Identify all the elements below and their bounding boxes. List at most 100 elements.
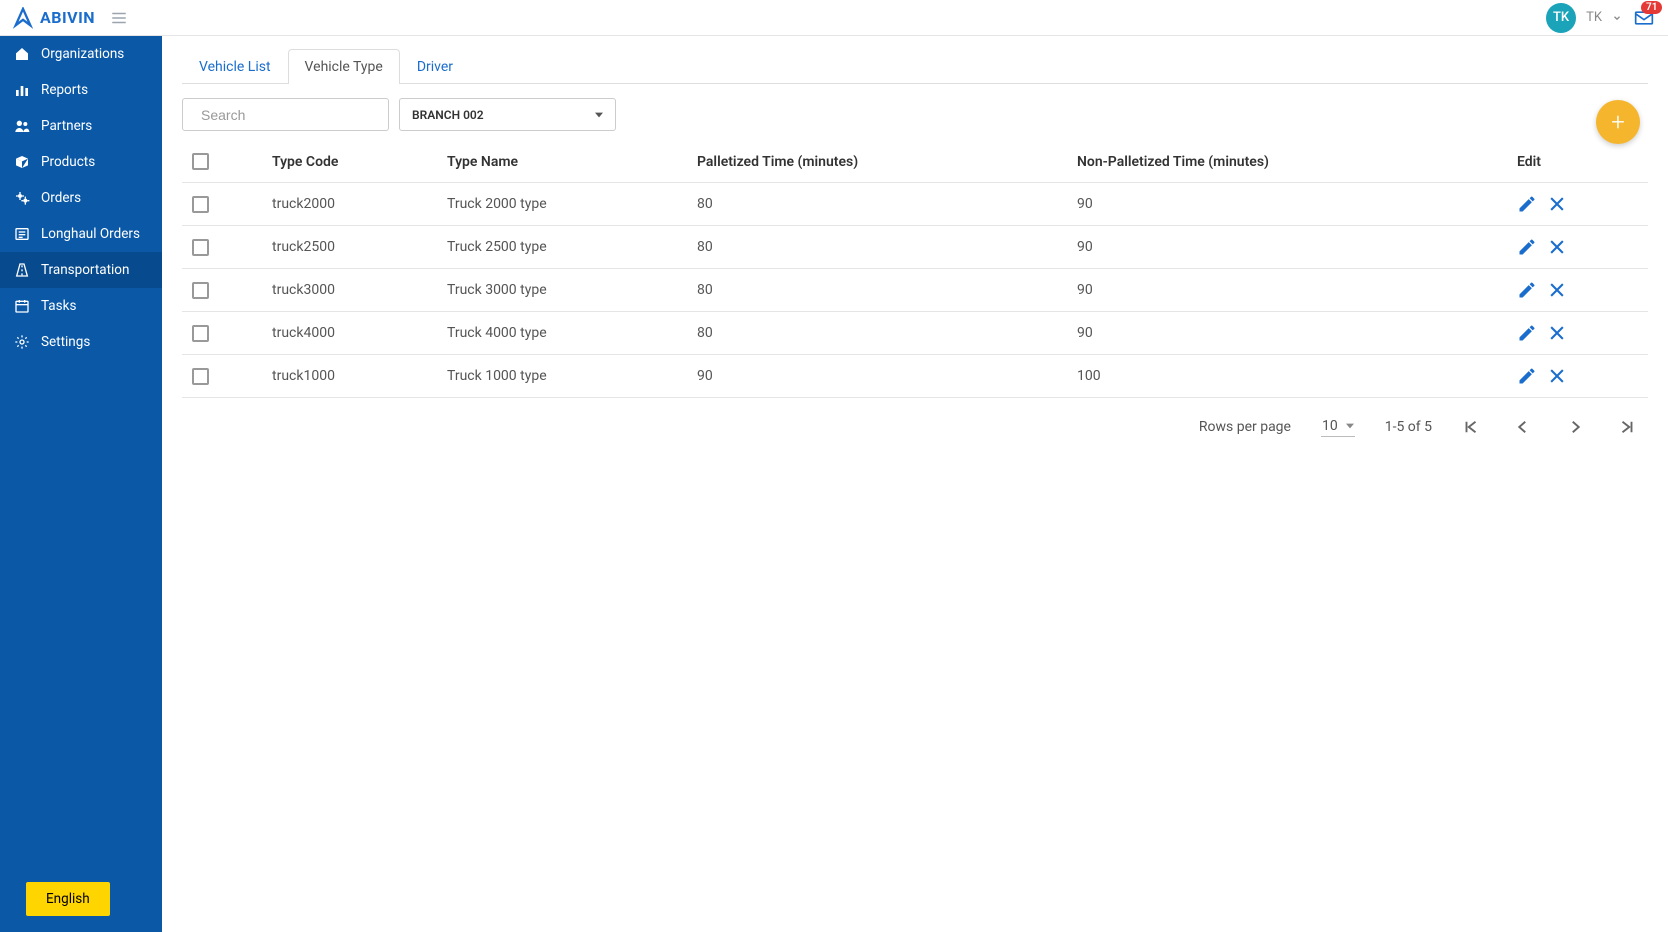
menu-toggle-icon[interactable] xyxy=(109,9,129,27)
logo-text: ABIVIN xyxy=(40,8,95,27)
sidebar-item-partners[interactable]: Partners xyxy=(0,108,162,144)
cell-code: truck3000 xyxy=(272,282,447,298)
delete-icon[interactable] xyxy=(1547,280,1567,300)
sidebar-item-products[interactable]: Products xyxy=(0,144,162,180)
logo-icon xyxy=(12,7,34,29)
edit-icon[interactable] xyxy=(1517,280,1537,300)
table-row: truck2000Truck 2000 type8090 xyxy=(182,183,1648,226)
tab-vehicle-type[interactable]: Vehicle Type xyxy=(288,49,400,84)
cell-pall: 80 xyxy=(697,196,1077,212)
cell-name: Truck 1000 type xyxy=(447,368,697,384)
table-row: truck4000Truck 4000 type8090 xyxy=(182,312,1648,355)
pagination: Rows per page 10 1-5 of 5 xyxy=(182,398,1648,437)
tabs: Vehicle ListVehicle TypeDriver xyxy=(182,48,1648,84)
avatar: TK xyxy=(1546,3,1576,33)
cogs-icon xyxy=(14,190,30,206)
select-all-checkbox[interactable] xyxy=(192,153,209,170)
rows-per-page-value: 10 xyxy=(1322,418,1338,434)
header-type-name: Type Name xyxy=(447,154,697,170)
list-icon xyxy=(14,226,30,242)
cell-pall: 80 xyxy=(697,325,1077,341)
branch-value: BRANCH 002 xyxy=(412,108,484,122)
gear-icon xyxy=(14,334,30,350)
cell-name: Truck 2500 type xyxy=(447,239,697,255)
cell-pall: 90 xyxy=(697,368,1077,384)
delete-icon[interactable] xyxy=(1547,366,1567,386)
vehicle-type-table: Type Code Type Name Palletized Time (min… xyxy=(182,141,1648,398)
edit-icon[interactable] xyxy=(1517,194,1537,214)
header: ABIVIN TK TK 71 xyxy=(0,0,1668,36)
caret-down-icon xyxy=(595,111,603,119)
row-checkbox[interactable] xyxy=(192,239,209,256)
sidebar-item-label: Partners xyxy=(41,118,92,134)
sidebar-item-label: Organizations xyxy=(41,46,124,62)
chart-icon xyxy=(14,82,30,98)
last-page-button[interactable] xyxy=(1618,418,1636,436)
cell-pall: 80 xyxy=(697,239,1077,255)
edit-icon[interactable] xyxy=(1517,237,1537,257)
row-checkbox[interactable] xyxy=(192,368,209,385)
main-content: Vehicle ListVehicle TypeDriver + BRANCH … xyxy=(162,36,1668,932)
cell-code: truck1000 xyxy=(272,368,447,384)
cell-code: truck4000 xyxy=(272,325,447,341)
cell-name: Truck 4000 type xyxy=(447,325,697,341)
sidebar-item-transportation[interactable]: Transportation xyxy=(0,252,162,288)
table-row: truck3000Truck 3000 type8090 xyxy=(182,269,1648,312)
delete-icon[interactable] xyxy=(1547,323,1567,343)
sidebar-item-settings[interactable]: Settings xyxy=(0,324,162,360)
delete-icon[interactable] xyxy=(1547,194,1567,214)
sidebar-item-organizations[interactable]: Organizations xyxy=(0,36,162,72)
delete-icon[interactable] xyxy=(1547,237,1567,257)
edit-icon[interactable] xyxy=(1517,323,1537,343)
header-palletized: Palletized Time (minutes) xyxy=(697,154,1077,170)
cell-name: Truck 3000 type xyxy=(447,282,697,298)
notifications-button[interactable]: 71 xyxy=(1632,8,1656,28)
user-menu[interactable]: TK TK 71 xyxy=(1546,3,1656,33)
language-button[interactable]: English xyxy=(26,882,110,916)
cell-pall: 80 xyxy=(697,282,1077,298)
search-input[interactable] xyxy=(201,107,382,123)
tab-driver[interactable]: Driver xyxy=(400,49,470,84)
rows-per-page-label: Rows per page xyxy=(1199,419,1291,435)
table-header-row: Type Code Type Name Palletized Time (min… xyxy=(182,141,1648,183)
sidebar: Organizations Reports Partners Products Orde… xyxy=(0,36,162,932)
sidebar-item-label: Settings xyxy=(41,334,90,350)
sidebar-item-label: Tasks xyxy=(41,298,76,314)
logo[interactable]: ABIVIN xyxy=(12,7,95,29)
next-page-button[interactable] xyxy=(1566,418,1584,436)
add-button[interactable]: + xyxy=(1596,100,1640,144)
chevron-down-icon xyxy=(1612,13,1622,23)
sidebar-item-orders[interactable]: Orders xyxy=(0,180,162,216)
cell-nonpall: 100 xyxy=(1077,368,1517,384)
user-name: TK xyxy=(1586,10,1602,25)
cell-nonpall: 90 xyxy=(1077,282,1517,298)
box-icon xyxy=(14,154,30,170)
row-checkbox[interactable] xyxy=(192,325,209,342)
caret-down-icon xyxy=(1346,422,1354,430)
sidebar-item-label: Orders xyxy=(41,190,81,206)
row-checkbox[interactable] xyxy=(192,196,209,213)
home-icon xyxy=(14,46,30,62)
header-type-code: Type Code xyxy=(272,154,447,170)
notification-badge: 71 xyxy=(1641,1,1662,14)
rows-per-page-select[interactable]: 10 xyxy=(1321,416,1355,437)
row-checkbox[interactable] xyxy=(192,282,209,299)
tab-vehicle-list[interactable]: Vehicle List xyxy=(182,49,288,84)
sidebar-item-reports[interactable]: Reports xyxy=(0,72,162,108)
header-non-palletized: Non-Palletized Time (minutes) xyxy=(1077,154,1517,170)
branch-select[interactable]: BRANCH 002 xyxy=(399,98,616,131)
calendar-icon xyxy=(14,298,30,314)
table-row: truck1000Truck 1000 type90100 xyxy=(182,355,1648,398)
sidebar-item-tasks[interactable]: Tasks xyxy=(0,288,162,324)
prev-page-button[interactable] xyxy=(1514,418,1532,436)
edit-icon[interactable] xyxy=(1517,366,1537,386)
table-row: truck2500Truck 2500 type8090 xyxy=(182,226,1648,269)
header-edit: Edit xyxy=(1517,154,1637,170)
first-page-button[interactable] xyxy=(1462,418,1480,436)
sidebar-item-label: Transportation xyxy=(41,262,129,278)
users-icon xyxy=(14,118,30,134)
sidebar-item-longhaul-orders[interactable]: Longhaul Orders xyxy=(0,216,162,252)
cell-nonpall: 90 xyxy=(1077,196,1517,212)
pagination-range: 1-5 of 5 xyxy=(1385,419,1432,435)
cell-name: Truck 2000 type xyxy=(447,196,697,212)
